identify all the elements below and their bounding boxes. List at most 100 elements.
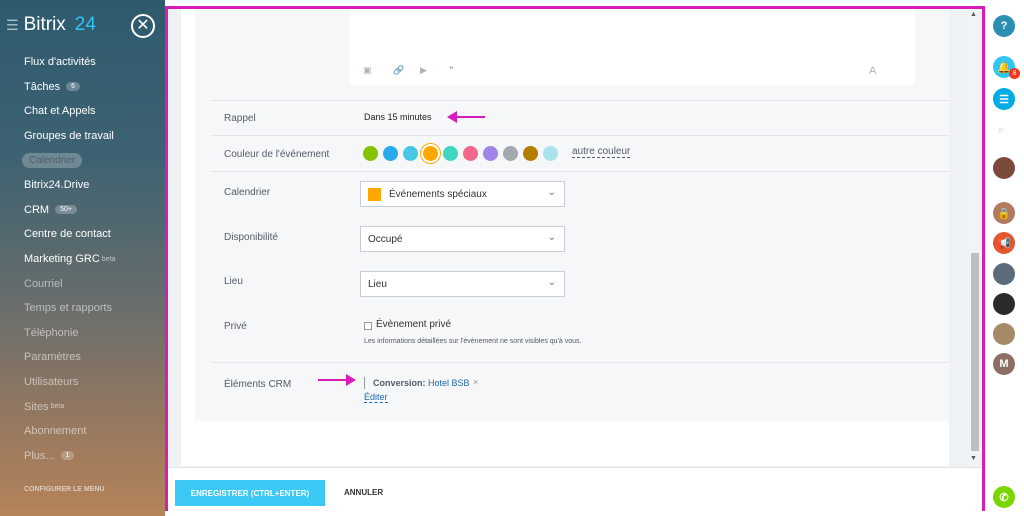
dispo-label: Disponibilité [224, 232, 278, 243]
sidebar-item-sites[interactable]: Sites beta [0, 394, 165, 419]
crm-item-link[interactable]: Hotel BSB [428, 378, 470, 388]
form-scroll-area: ▣ 🔗 ▶ ❞ A Rappel Dans 15 minutes Couleur… [181, 9, 949, 466]
avatar[interactable] [993, 293, 1015, 315]
sidebar-item-taches[interactable]: Tâches 6 [0, 75, 165, 100]
event-edit-slider: ▣ 🔗 ▶ ❞ A Rappel Dans 15 minutes Couleur… [165, 6, 985, 511]
avatar[interactable] [993, 263, 1015, 285]
video-icon[interactable]: ▶ [420, 65, 427, 76]
beta-label: beta [101, 255, 116, 263]
calendrier-select[interactable]: Événements spéciaux ⌄ [360, 181, 565, 207]
sidebar-item-label: Bitrix24.Drive [24, 179, 90, 192]
lieu-select[interactable]: Lieu ⌄ [360, 271, 565, 297]
sidebar-item-parametres[interactable]: Paramètres [0, 345, 165, 370]
cancel-button[interactable]: ANNULER [344, 488, 383, 497]
sidebar-item-utilisateurs[interactable]: Utilisateurs [0, 370, 165, 395]
beta-label: beta [50, 403, 65, 411]
avatar[interactable] [993, 323, 1015, 345]
crm-edit-link[interactable]: Éditer [364, 392, 388, 403]
lock-icon[interactable]: 🔒 [993, 202, 1015, 224]
sidebar-item-label: Tâches [24, 80, 61, 93]
sidebar-item-abonnement[interactable]: Abonnement [0, 419, 165, 444]
sidebar-item-label: Plus... [24, 449, 55, 462]
sidebar-item-temps[interactable]: Temps et rapports [0, 296, 165, 321]
sidebar-item-marketing[interactable]: Marketing GRC beta [0, 247, 165, 272]
sidebar-item-label: Groupes de travail [24, 130, 114, 143]
avatar[interactable] [993, 157, 1015, 179]
crm-bar [364, 377, 365, 389]
row-divider [211, 362, 949, 363]
brand-name: Bitrix [23, 14, 66, 35]
scrollbar[interactable]: ▲ ▼ [969, 9, 979, 466]
calendrier-label: Calendrier [224, 187, 271, 198]
color-swatch[interactable] [443, 146, 458, 161]
color-swatch[interactable] [363, 146, 378, 161]
rappel-value[interactable]: Dans 15 minutes [364, 112, 432, 122]
lieu-label: Lieu [224, 276, 243, 287]
couleur-label: Couleur de l'événement [224, 149, 330, 160]
sidebar-item-label: Chat et Appels [24, 105, 96, 118]
sidebar-item-flux[interactable]: Flux d'activités [0, 50, 165, 75]
sidebar-item-label: Courriel [24, 277, 63, 290]
phone-icon[interactable]: ✆ [993, 486, 1015, 508]
description-editor[interactable]: ▣ 🔗 ▶ ❞ A [350, 9, 915, 85]
search-icon[interactable]: ⌕ [998, 124, 1004, 137]
sidebar-item-calendrier[interactable]: Calendrier [0, 148, 165, 173]
color-swatch[interactable] [523, 146, 538, 161]
sidebar-item-label: Calendrier [22, 153, 83, 169]
row-divider [211, 135, 949, 136]
chevron-down-icon: ⌄ [547, 232, 556, 243]
dispo-select[interactable]: Occupé ⌄ [360, 226, 565, 252]
arrow-annotation [318, 374, 356, 386]
quote-icon[interactable]: ❞ [449, 65, 454, 76]
bitrix-logo[interactable]: ☰ Bitrix 24 [6, 14, 96, 36]
counter-badge: 6 [66, 82, 80, 92]
sidebar-item-drive[interactable]: Bitrix24.Drive [0, 173, 165, 198]
sidebar-item-crm[interactable]: CRM 50+ [0, 198, 165, 223]
color-swatch[interactable] [483, 146, 498, 161]
color-swatch[interactable] [423, 146, 438, 161]
row-divider [211, 171, 949, 172]
sidebar-item-plus[interactable]: Plus... 1 [0, 444, 165, 469]
sidebar-item-label: Sites [24, 400, 49, 413]
sidebar-item-label: Paramètres [24, 351, 81, 364]
color-swatch[interactable] [403, 146, 418, 161]
lieu-value: Lieu [368, 278, 387, 290]
remove-icon[interactable]: × [473, 377, 478, 387]
color-swatch[interactable] [503, 146, 518, 161]
font-format-icon[interactable]: A [869, 65, 876, 77]
image-icon[interactable]: ▣ [363, 65, 372, 76]
scroll-thumb[interactable] [971, 253, 979, 451]
event-form-card: ▣ 🔗 ▶ ❞ A Rappel Dans 15 minutes Couleur… [195, 9, 949, 421]
sidebar-item-telephonie[interactable]: Téléphonie [0, 321, 165, 346]
sidebar-item-courriel[interactable]: Courriel [0, 271, 165, 296]
sidebar-item-label: Temps et rapports [24, 302, 113, 315]
color-swatch[interactable] [383, 146, 398, 161]
sidebar-item-contact[interactable]: Centre de contact [0, 222, 165, 247]
close-slider-button[interactable]: ✕ [131, 14, 155, 38]
sidebar-item-chat[interactable]: Chat et Appels [0, 99, 165, 124]
chevron-down-icon: ⌄ [547, 277, 556, 288]
save-button[interactable]: ENREGISTRER (CTRL+ENTER) [175, 480, 325, 506]
configure-menu-link[interactable]: CONFIGURER LE MENU [24, 486, 105, 493]
color-swatch[interactable] [543, 146, 558, 161]
sidebar-item-label: Téléphonie [24, 326, 79, 339]
sidebar-item-groupes[interactable]: Groupes de travail [0, 124, 165, 149]
chat-icon[interactable]: ☰ [993, 88, 1015, 110]
sidebar-item-label: Flux d'activités [24, 56, 96, 69]
help-icon[interactable]: ? [993, 15, 1015, 37]
sidebar-item-label: CRM [24, 203, 50, 216]
scroll-up-icon[interactable]: ▲ [970, 11, 977, 18]
menu-icon[interactable]: ☰ [6, 17, 19, 34]
left-sidebar: ☰ Bitrix 24 Flux d'activités Tâches 6 Cha… [0, 0, 165, 516]
sidebar-item-label: Abonnement [24, 425, 87, 438]
other-color-link[interactable]: autre couleur [572, 146, 631, 158]
link-icon[interactable]: 🔗 [393, 65, 404, 76]
megaphone-icon[interactable]: 📢 [993, 232, 1015, 254]
sidebar-item-label: Centre de contact [24, 228, 111, 241]
private-checkbox-label[interactable]: Évènement privé [376, 319, 451, 330]
scroll-down-icon[interactable]: ▼ [970, 455, 977, 462]
private-checkbox[interactable] [364, 322, 372, 330]
chevron-down-icon: ⌄ [547, 187, 556, 198]
avatar[interactable]: M [993, 353, 1015, 375]
color-swatch[interactable] [463, 146, 478, 161]
